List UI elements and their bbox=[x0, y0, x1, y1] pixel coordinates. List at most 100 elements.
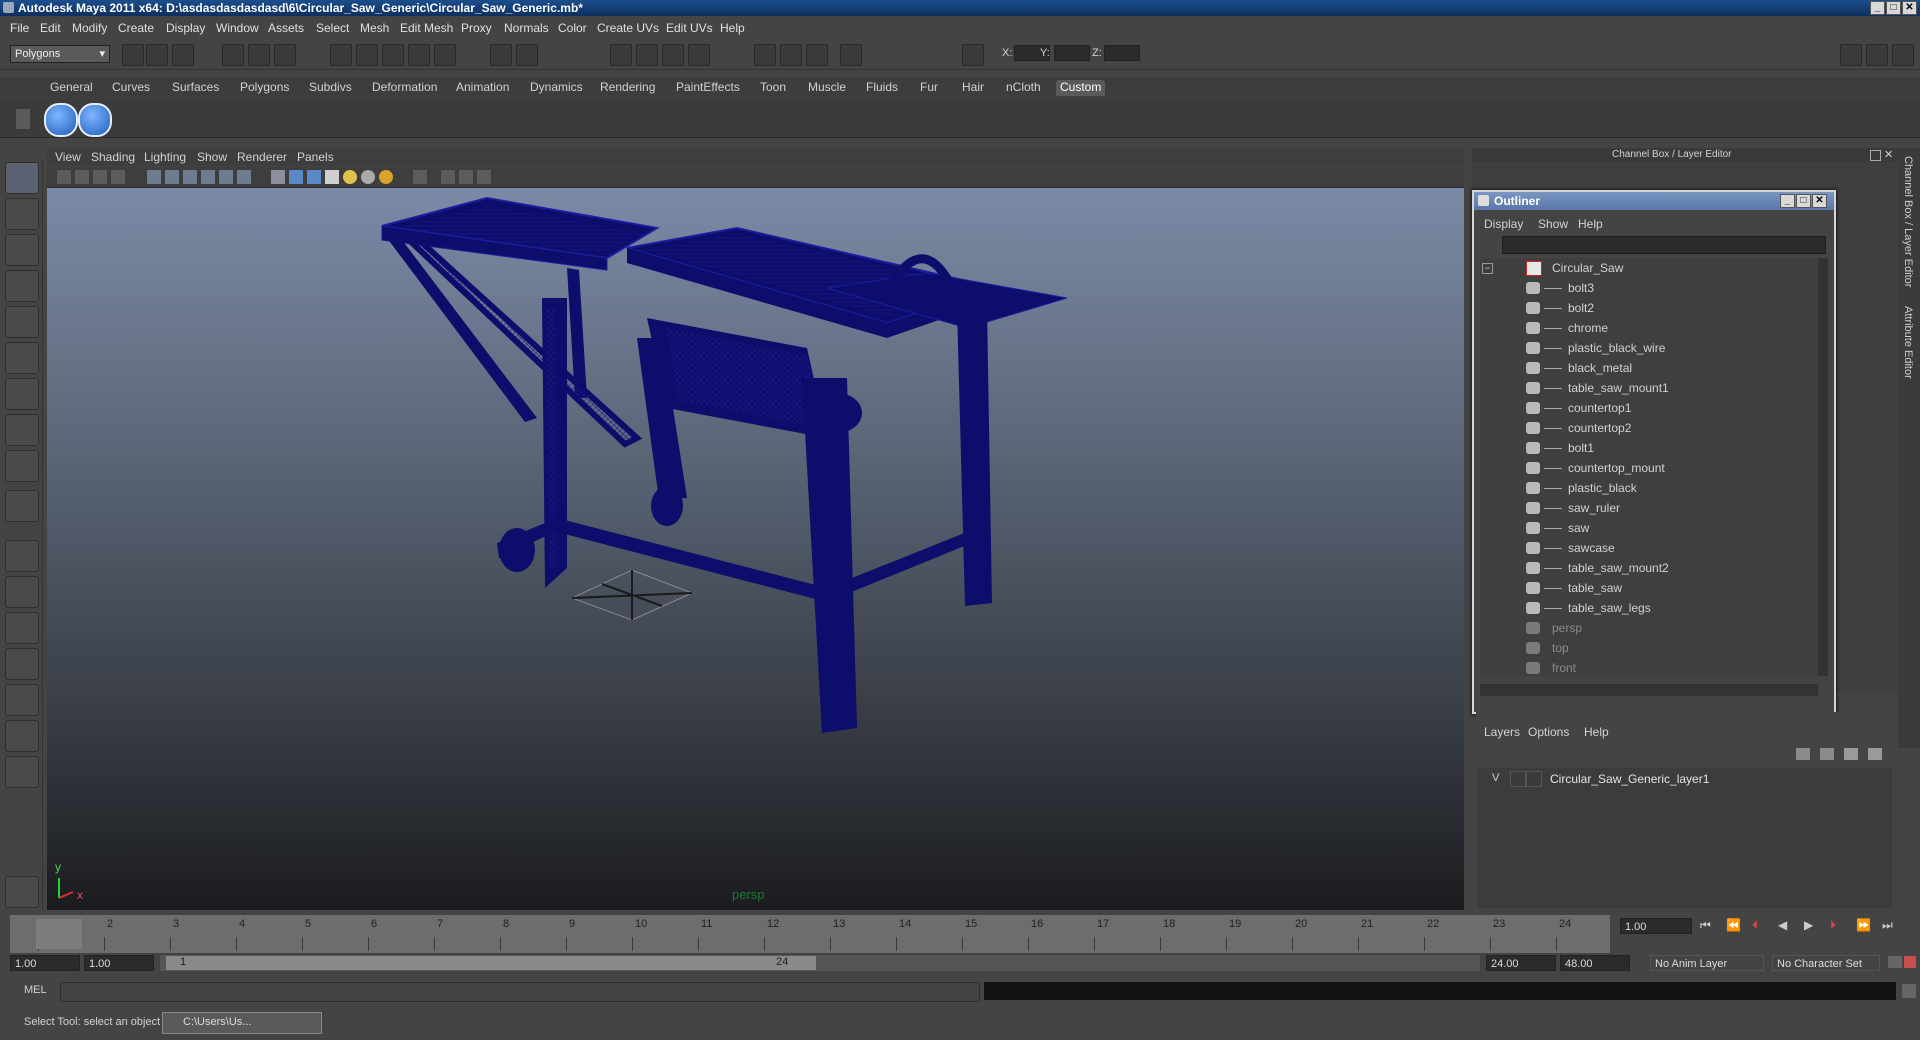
layer-add-icon[interactable] bbox=[1844, 748, 1858, 760]
outliner-vertical-scrollbar[interactable] bbox=[1818, 258, 1828, 676]
auto-key-icon[interactable] bbox=[1888, 956, 1902, 968]
move-tool-icon[interactable] bbox=[5, 270, 39, 302]
menu-create[interactable]: Create bbox=[118, 21, 154, 35]
outliner-item[interactable]: chrome bbox=[1480, 318, 1818, 338]
side-tab-attribute-editor[interactable]: Attribute Editor bbox=[1902, 306, 1914, 379]
play-forwards-icon[interactable]: ▶ bbox=[1804, 918, 1813, 932]
lasso-tool-icon[interactable] bbox=[5, 198, 39, 230]
soft-mod-tool-icon[interactable] bbox=[5, 414, 39, 446]
outliner-item[interactable]: sawcase bbox=[1480, 538, 1818, 558]
layer-visibility-toggle[interactable]: V bbox=[1492, 772, 1499, 784]
outliner-item[interactable]: bolt1 bbox=[1480, 438, 1818, 458]
layer-color-swatch[interactable] bbox=[1526, 771, 1542, 787]
bookmark-icon[interactable] bbox=[93, 170, 107, 184]
layout-custom-icon[interactable] bbox=[5, 756, 39, 788]
shelf-tab-polygons[interactable]: Polygons bbox=[236, 80, 293, 96]
menu-create-uvs[interactable]: Create UVs bbox=[597, 21, 659, 35]
check-shelf-button-1[interactable] bbox=[44, 103, 78, 137]
attribute-editor-icon[interactable] bbox=[780, 44, 802, 66]
menu-proxy[interactable]: Proxy bbox=[461, 21, 492, 35]
absolute-transform-icon[interactable] bbox=[962, 44, 984, 66]
z-input[interactable] bbox=[1104, 45, 1140, 61]
new-scene-icon[interactable] bbox=[122, 44, 144, 66]
playback-end-field[interactable]: 24.00 bbox=[1486, 955, 1556, 971]
shelf-tab-custom[interactable]: Custom bbox=[1056, 80, 1106, 96]
anim-prefs-icon[interactable] bbox=[1904, 956, 1916, 968]
outliner-camera-item[interactable]: front bbox=[1480, 658, 1818, 676]
camera-select-icon[interactable] bbox=[57, 170, 71, 184]
shelf-tab-general[interactable]: General bbox=[46, 80, 97, 96]
viewport-menu-renderer[interactable]: Renderer bbox=[237, 150, 287, 164]
outliner-item[interactable]: plastic_black bbox=[1480, 478, 1818, 498]
xray-joints-icon[interactable] bbox=[459, 170, 473, 184]
outliner-close-button[interactable]: ✕ bbox=[1812, 194, 1827, 208]
xray-icon[interactable] bbox=[441, 170, 455, 184]
layer-template-toggle[interactable] bbox=[1510, 771, 1526, 787]
default-light-icon[interactable] bbox=[343, 170, 357, 184]
outliner-menu-show[interactable]: Show bbox=[1538, 217, 1568, 231]
layout-single-pane-icon[interactable] bbox=[5, 540, 39, 572]
maximize-button[interactable]: □ bbox=[1886, 1, 1901, 15]
select-component-icon[interactable] bbox=[274, 44, 296, 66]
script-editor-icon[interactable] bbox=[1902, 984, 1916, 998]
viewport-menu-view[interactable]: View bbox=[55, 150, 81, 164]
outliner-item[interactable]: countertop_mount bbox=[1480, 458, 1818, 478]
snap-surface-icon[interactable] bbox=[434, 44, 456, 66]
select-tool-icon[interactable] bbox=[5, 162, 39, 194]
save-scene-icon[interactable] bbox=[172, 44, 194, 66]
new-layer-icon[interactable] bbox=[1796, 748, 1810, 760]
menu-normals[interactable]: Normals bbox=[504, 21, 549, 35]
range-slider[interactable]: 1 24 bbox=[160, 955, 1480, 971]
outliner-maximize-button[interactable]: □ bbox=[1796, 194, 1811, 208]
menu-help[interactable]: Help bbox=[720, 21, 745, 35]
gate-mask-icon[interactable] bbox=[201, 170, 215, 184]
wireframe-on-shaded-icon[interactable] bbox=[307, 170, 321, 184]
layer-menu-layers[interactable]: Layers bbox=[1484, 725, 1520, 739]
shelf-tab-ncloth[interactable]: nCloth bbox=[1002, 80, 1045, 96]
render-frame-icon[interactable] bbox=[610, 44, 632, 66]
render-settings-icon[interactable] bbox=[662, 44, 684, 66]
menu-edit-mesh[interactable]: Edit Mesh bbox=[400, 21, 453, 35]
viewport-menu-panels[interactable]: Panels bbox=[297, 150, 334, 164]
outliner-item[interactable]: saw_ruler bbox=[1480, 498, 1818, 518]
select-object-icon[interactable] bbox=[248, 44, 270, 66]
step-back-frame-icon[interactable]: ⏪ bbox=[1726, 918, 1741, 932]
menu-mesh[interactable]: Mesh bbox=[360, 21, 389, 35]
command-language-label[interactable]: MEL bbox=[24, 984, 47, 996]
step-back-key-icon[interactable]: ⏴ bbox=[1752, 918, 1758, 933]
all-lights-icon[interactable] bbox=[361, 170, 375, 184]
layout-single-icon[interactable] bbox=[1840, 44, 1862, 66]
character-set-dropdown[interactable]: No Character Set bbox=[1772, 955, 1880, 971]
tool-settings-icon[interactable] bbox=[806, 44, 828, 66]
shelf-tab-deformation[interactable]: Deformation bbox=[368, 80, 441, 96]
minimize-button[interactable]: _ bbox=[1870, 1, 1885, 15]
channel-box-icon[interactable] bbox=[840, 44, 862, 66]
shadows-icon[interactable] bbox=[379, 170, 393, 184]
shelf-menu-icon[interactable] bbox=[16, 109, 30, 129]
menu-select[interactable]: Select bbox=[316, 21, 349, 35]
layout-hypershade-icon[interactable] bbox=[5, 684, 39, 716]
perspective-viewport[interactable]: y x persp bbox=[47, 188, 1464, 910]
outliner-root-item[interactable]: − Circular_Saw bbox=[1480, 258, 1818, 278]
wireframe-mesh[interactable] bbox=[381, 196, 1068, 733]
minimized-window-tab[interactable]: C:\Users\Us... bbox=[162, 1012, 322, 1034]
snap-curve-icon[interactable] bbox=[356, 44, 378, 66]
shelf-tab-hair[interactable]: Hair bbox=[958, 80, 988, 96]
grid-toggle-icon[interactable] bbox=[147, 170, 161, 184]
shelf-tab-subdivs[interactable]: Subdivs bbox=[305, 80, 356, 96]
layer-row[interactable]: V Circular_Saw_Generic_layer1 bbox=[1478, 770, 1892, 788]
playback-start-field[interactable]: 1.00 bbox=[84, 955, 154, 971]
menu-edit[interactable]: Edit bbox=[40, 21, 61, 35]
outliner-item[interactable]: black_metal bbox=[1480, 358, 1818, 378]
outliner-filter-input[interactable] bbox=[1502, 236, 1826, 254]
layer-menu-help[interactable]: Help bbox=[1584, 725, 1609, 739]
menu-color[interactable]: Color bbox=[558, 21, 587, 35]
shelf-tab-curves[interactable]: Curves bbox=[108, 80, 154, 96]
menu-display[interactable]: Display bbox=[166, 21, 205, 35]
viewport-menu-shading[interactable]: Shading bbox=[91, 150, 135, 164]
outliner-item[interactable]: plastic_black_wire bbox=[1480, 338, 1818, 358]
outliner-menu-display[interactable]: Display bbox=[1484, 217, 1523, 231]
outliner-item[interactable]: table_saw_mount1 bbox=[1480, 378, 1818, 398]
smooth-shade-icon[interactable] bbox=[289, 170, 303, 184]
snap-plane-icon[interactable] bbox=[408, 44, 430, 66]
